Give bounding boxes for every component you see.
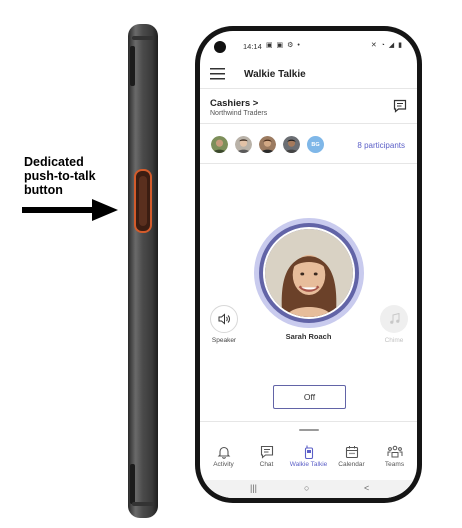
transcript-icon[interactable]	[393, 99, 407, 113]
nav-item-calendar[interactable]: Calendar	[330, 443, 373, 479]
nav-label-calendar: Calendar	[338, 461, 365, 468]
speaker-icon	[218, 313, 230, 325]
participant-initials-avatar: BG	[306, 135, 325, 154]
chat-icon	[260, 445, 273, 459]
bottom-nav: Activity Chat Walkie Talkie Calendar Tea…	[200, 443, 417, 479]
app-title: Walkie Talkie	[244, 69, 306, 80]
channel-selector[interactable]: Cashiers > Northwind Traders	[210, 98, 267, 117]
bell-icon	[217, 446, 230, 459]
channel-org: Northwind Traders	[210, 110, 268, 117]
channel-name[interactable]: Cashiers >	[210, 98, 267, 109]
ptt-callout-text: Dedicated push-to-talk button	[24, 155, 119, 197]
nav-label-teams: Teams	[384, 461, 405, 468]
chime-label: Chime	[384, 337, 404, 344]
off-toggle-button[interactable]: Off	[273, 385, 346, 409]
callout-line-2: push-to-talk	[24, 169, 96, 183]
phone-screen: 14:14 ▣ ▣ ⚙ • ✕ ◔ ◢ ▮ Walkie Talkie Cash…	[200, 31, 417, 498]
recents-button[interactable]: |||	[250, 483, 257, 493]
participant-avatar	[258, 135, 277, 154]
nav-item-teams[interactable]: Teams	[373, 443, 416, 479]
teams-icon	[387, 445, 402, 458]
callout-line-3: button	[24, 183, 63, 197]
push-to-talk-button	[134, 169, 152, 233]
participants-count-link[interactable]: 8 participants	[357, 141, 405, 150]
nav-label-activity: Activity	[213, 461, 234, 468]
app-header: Walkie Talkie	[200, 59, 417, 89]
walkie-talkie-icon	[304, 445, 313, 459]
chime-button[interactable]	[380, 305, 408, 333]
participant-avatar	[282, 135, 301, 154]
device-side-view	[128, 24, 158, 518]
nav-item-walkie-talkie[interactable]: Walkie Talkie	[287, 443, 330, 479]
calendar-icon	[345, 446, 358, 459]
phone-front: 14:14 ▣ ▣ ⚙ • ✕ ◔ ◢ ▮ Walkie Talkie Cash…	[195, 26, 422, 503]
walkie-talkie-main: Sarah Roach Speaker Chime	[200, 163, 417, 421]
drag-handle[interactable]	[299, 429, 319, 431]
nav-item-activity[interactable]: Activity	[202, 443, 245, 479]
chime-icon	[389, 313, 399, 324]
nav-label-walkie-talkie: Walkie Talkie	[289, 461, 328, 468]
speaker-label: Speaker	[211, 337, 237, 344]
nav-label-chat: Chat	[259, 461, 274, 468]
speaker-portrait	[263, 227, 355, 319]
divider	[200, 421, 417, 422]
system-nav-bar: ||| ○ <	[200, 480, 417, 498]
notification-icons: ▣ ▣ ⚙ •	[266, 42, 301, 49]
system-status-icons: ✕ ◔ ◢ ▮	[370, 42, 403, 49]
divider	[200, 123, 417, 124]
back-button[interactable]: <	[364, 483, 369, 493]
participant-avatar	[210, 135, 229, 154]
status-bar: 14:14 ▣ ▣ ⚙ • ✕ ◔ ◢ ▮	[200, 31, 417, 59]
status-time: 14:14	[243, 42, 262, 51]
active-speaker-ring	[254, 218, 364, 328]
nav-item-chat[interactable]: Chat	[245, 443, 288, 479]
callout-arrow-icon	[22, 199, 118, 221]
speaker-button[interactable]	[210, 305, 238, 333]
hamburger-icon[interactable]	[210, 68, 225, 80]
home-button[interactable]: ○	[304, 483, 309, 493]
participant-avatar	[234, 135, 253, 154]
callout-line-1: Dedicated	[24, 155, 84, 169]
